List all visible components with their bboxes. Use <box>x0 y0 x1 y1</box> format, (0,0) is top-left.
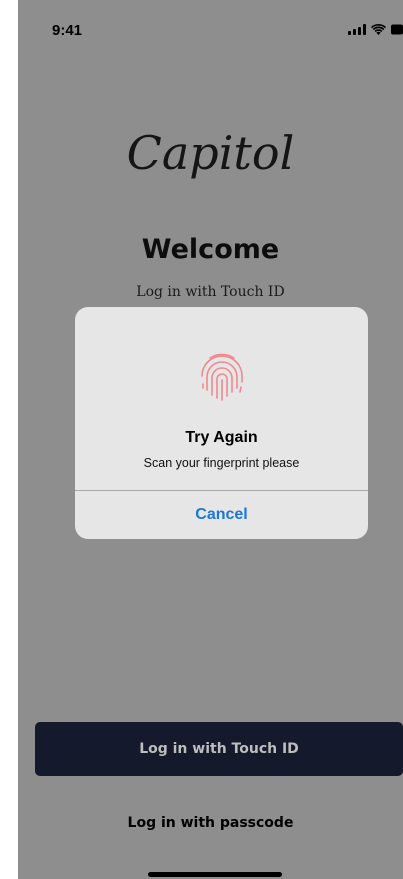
cancel-button[interactable]: Cancel <box>75 491 368 539</box>
home-indicator <box>148 872 282 877</box>
cellular-signal-icon <box>348 24 366 35</box>
status-icons <box>348 24 403 35</box>
passcode-login-button[interactable]: Log in with passcode <box>18 815 403 831</box>
dialog-message: Scan your fingerprint please <box>143 456 300 470</box>
touch-id-login-button[interactable]: Log in with Touch ID <box>35 722 403 776</box>
battery-icon <box>391 24 403 35</box>
page-title: Welcome <box>141 234 280 265</box>
page-subtitle: Log in with Touch ID <box>136 284 285 300</box>
status-time: 9:41 <box>52 22 83 39</box>
fingerprint-icon <box>201 353 243 401</box>
capitol-logo: Capitol <box>126 126 295 180</box>
dialog-title: Try Again <box>185 429 258 446</box>
touch-id-dialog: Try Again Scan your fingerprint please C… <box>75 307 368 539</box>
login-screen: 9:41 Capitol Welcome Log in with Touch I… <box>18 0 403 879</box>
wifi-icon <box>371 24 386 35</box>
